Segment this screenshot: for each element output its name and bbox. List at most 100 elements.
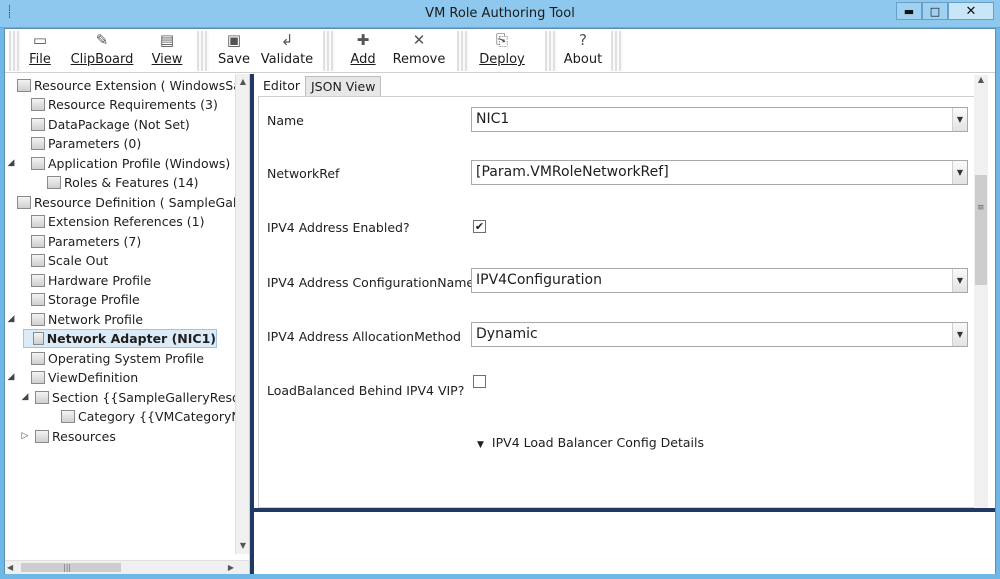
- collapse-icon[interactable]: ◢: [5, 310, 17, 329]
- tree-item-resource-extension[interactable]: Resource Extension ( WindowsSamp: [5, 76, 250, 95]
- collapse-icon[interactable]: ◢: [5, 368, 17, 387]
- view-icon: ▤: [159, 31, 175, 49]
- dropdown-arrow-icon[interactable]: ▼: [952, 269, 967, 292]
- scroll-up-icon[interactable]: ▲: [236, 74, 249, 90]
- tree-item-application-profile[interactable]: ◢ Application Profile (Windows): [5, 154, 231, 173]
- clipboard-button[interactable]: ✎ ClipBoard: [69, 29, 135, 73]
- dropdown-arrow-icon[interactable]: ▼: [952, 161, 967, 184]
- name-label: Name: [267, 113, 304, 128]
- ipv4-enabled-label: IPV4 Address Enabled?: [267, 220, 410, 235]
- tree-item-label: Resource Requirements (3): [48, 97, 218, 112]
- expand-icon[interactable]: ▷: [19, 427, 31, 446]
- gear-icon: [17, 79, 31, 92]
- section-icon: [35, 391, 49, 404]
- toolbar-separator: [323, 31, 335, 71]
- pencil-icon: ✎: [95, 31, 109, 49]
- networkref-combobox[interactable]: [Param.VMRoleNetworkRef] ▼: [471, 160, 968, 185]
- tree-item-section[interactable]: ◢ Section {{SampleGalleryResour: [19, 388, 249, 407]
- tree-item-label: Extension References (1): [48, 214, 205, 229]
- minimize-button[interactable]: ▬: [896, 2, 922, 20]
- tree-horizontal-scrollbar[interactable]: ◀ ||| ▶: [5, 560, 249, 574]
- tree-item-label: Parameters (7): [48, 234, 142, 249]
- application-icon: [31, 157, 45, 170]
- tree-item-datapackage[interactable]: DataPackage (Not Set): [19, 115, 190, 134]
- storage-icon: [31, 293, 45, 306]
- deploy-button[interactable]: ⎘ Deploy: [477, 29, 527, 73]
- main-window: ▭ File ✎ ClipBoard ▤ View ▣ Save ↲ Valid…: [4, 28, 996, 574]
- tree-vertical-scrollbar[interactable]: ▲ ▼: [235, 74, 249, 554]
- add-button[interactable]: ✚ Add: [345, 29, 381, 73]
- resource-tree[interactable]: Resource Extension ( WindowsSamp Resourc…: [5, 74, 250, 574]
- tree-item-label: ViewDefinition: [48, 370, 139, 385]
- tree-item-hardware-profile[interactable]: Hardware Profile: [19, 271, 151, 290]
- tree-item-network-adapter[interactable]: Network Adapter (NIC1): [23, 329, 217, 348]
- server-icon: [17, 196, 31, 209]
- tree-item-label: Parameters (0): [48, 136, 142, 151]
- tree-item-label: Resources: [52, 429, 116, 444]
- scroll-thumb[interactable]: [975, 175, 987, 285]
- tree-item-resource-requirements[interactable]: Resource Requirements (3): [19, 95, 218, 114]
- clipboard-label: ClipBoard: [70, 52, 134, 67]
- ipv4-alloc-label: IPV4 Address AllocationMethod: [267, 329, 461, 344]
- toolbar-separator: [457, 31, 469, 71]
- tree-item-parameters-0[interactable]: Parameters (0): [19, 134, 141, 153]
- tree-item-os-profile[interactable]: Operating System Profile: [19, 349, 204, 368]
- close-button[interactable]: ✕: [948, 2, 994, 20]
- editor-vertical-scrollbar[interactable]: ▲ ≡: [974, 75, 988, 509]
- scroll-grip-icon: ≡: [977, 203, 985, 213]
- collapse-icon[interactable]: ◢: [19, 388, 31, 407]
- tree-item-label: Storage Profile: [48, 292, 140, 307]
- tree-item-roles-features[interactable]: Roles & Features (14): [35, 173, 199, 192]
- lb-checkbox[interactable]: [473, 375, 486, 388]
- tree-item-network-profile[interactable]: ◢ Network Profile: [5, 310, 144, 329]
- tree-item-label: DataPackage (Not Set): [48, 117, 190, 132]
- validate-icon: ↲: [280, 31, 294, 49]
- tab-strip: Editor JSON View: [258, 76, 382, 96]
- os-icon: [31, 352, 45, 365]
- lb-label: LoadBalanced Behind IPV4 VIP?: [267, 383, 465, 398]
- dropdown-arrow-icon[interactable]: ▼: [952, 108, 967, 131]
- view-button[interactable]: ▤ View: [149, 29, 185, 73]
- editor-bottom-border: [254, 508, 995, 512]
- tree-item-category[interactable]: Category {{VMCategoryNar: [49, 407, 249, 426]
- validate-label: Validate: [260, 52, 314, 67]
- collapse-icon[interactable]: ◢: [5, 154, 17, 173]
- deploy-icon: ⎘: [495, 31, 508, 49]
- scroll-up-icon[interactable]: ▲: [974, 75, 988, 84]
- validate-button[interactable]: ↲ Validate: [259, 29, 315, 73]
- scale-out-icon: [31, 254, 45, 267]
- tree-item-viewdefinition[interactable]: ◢ ViewDefinition: [5, 368, 139, 387]
- expand-arrow-icon: ▼: [477, 440, 484, 450]
- tree-item-extension-references[interactable]: Extension References (1): [19, 212, 204, 231]
- folder-icon: ▭: [32, 31, 48, 49]
- tree-item-label: Resource Extension ( WindowsSamp: [34, 78, 250, 93]
- lb-config-expander[interactable]: ▼ IPV4 Load Balancer Config Details: [477, 435, 704, 450]
- maximize-button[interactable]: □: [922, 2, 948, 20]
- scroll-right-icon[interactable]: ▶: [228, 561, 234, 574]
- resources-icon: [35, 430, 49, 443]
- scroll-left-icon[interactable]: ◀: [7, 561, 13, 574]
- tree-item-scale-out[interactable]: Scale Out: [19, 251, 108, 270]
- deploy-label: Deploy: [479, 52, 525, 67]
- save-button[interactable]: ▣ Save: [217, 29, 251, 73]
- tree-item-parameters-7[interactable]: Parameters (7): [19, 232, 141, 251]
- toolbar-separator: [611, 31, 623, 71]
- tree-item-resource-definition[interactable]: Resource Definition ( SampleGallery: [5, 193, 249, 212]
- scroll-down-icon[interactable]: ▼: [236, 538, 249, 554]
- about-button[interactable]: ? About: [563, 29, 603, 73]
- add-label: Add: [350, 52, 376, 67]
- roles-icon: [47, 176, 61, 189]
- ipv4-enabled-checkbox[interactable]: ✔: [473, 220, 486, 233]
- tab-editor[interactable]: Editor: [258, 76, 305, 96]
- toolbar-grip[interactable]: [9, 31, 21, 71]
- tree-item-resources[interactable]: ▷ Resources: [19, 427, 116, 446]
- window-title: VM Role Authoring Tool: [425, 6, 575, 21]
- tab-json-view[interactable]: JSON View: [305, 76, 382, 96]
- tree-item-storage-profile[interactable]: Storage Profile: [19, 290, 140, 309]
- ipv4-config-combobox[interactable]: IPV4Configuration ▼: [471, 268, 968, 293]
- name-combobox[interactable]: NIC1 ▼: [471, 107, 968, 132]
- dropdown-arrow-icon[interactable]: ▼: [952, 323, 967, 346]
- file-button[interactable]: ▭ File: [25, 29, 55, 73]
- remove-button[interactable]: ✕ Remove: [389, 29, 449, 73]
- ipv4-alloc-combobox[interactable]: Dynamic ▼: [471, 322, 968, 347]
